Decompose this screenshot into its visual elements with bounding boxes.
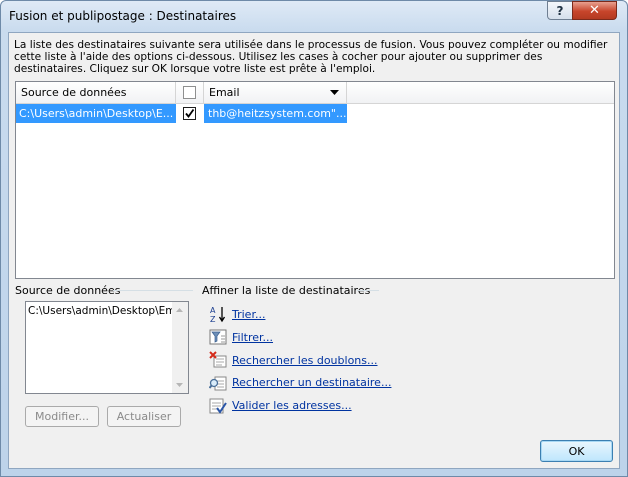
sort-az-icon: A Z [210, 306, 226, 323]
sort-dropdown-icon[interactable] [330, 90, 339, 96]
column-header-email-label: Email [209, 86, 240, 99]
validate-addresses-link[interactable]: Valider les adresses... [232, 399, 352, 412]
row-checkbox[interactable] [183, 107, 196, 120]
validate-addresses-icon [209, 398, 227, 414]
checkmark-icon [185, 108, 195, 118]
datasource-listbox[interactable]: C:\Users\admin\Desktop\Email [25, 301, 189, 394]
row-source-cell: C:\Users\admin\Desktop\E... [19, 107, 174, 120]
row-checkbox-cell [176, 104, 204, 123]
intro-text: La liste des destinataires suivante sera… [14, 39, 608, 75]
select-all-checkbox[interactable] [183, 86, 196, 99]
svg-text:A: A [210, 306, 216, 315]
scroll-up-icon[interactable] [176, 308, 183, 312]
modify-button[interactable]: Modifier... [25, 406, 99, 427]
refresh-button[interactable]: Actualiser [107, 406, 181, 427]
sort-link[interactable]: Trier... [232, 308, 265, 321]
refine-label: Affiner la liste de destinataires [202, 284, 371, 297]
datasource-label: Source de données [15, 284, 121, 297]
column-header-email[interactable]: Email [204, 82, 347, 104]
listbox-scrollbar[interactable] [172, 302, 188, 393]
list-item[interactable]: C:\Users\admin\Desktop\Email [28, 305, 188, 317]
find-recipient-link[interactable]: Rechercher un destinataire... [232, 376, 391, 389]
column-header-source-label: Source de données [21, 86, 127, 99]
column-header-source[interactable]: Source de données [16, 82, 176, 104]
recipients-grid[interactable]: Source de données Email C:\Users\admin\D… [15, 81, 615, 279]
window-title: Fusion et publipostage : Destinataires [9, 9, 237, 23]
row-email-cell: thb@heitzsystem.com"... [208, 107, 347, 120]
close-button[interactable]: ✕ [572, 1, 617, 20]
dialog-window: Fusion et publipostage : Destinataires ?… [0, 0, 628, 477]
column-header-checkbox[interactable] [176, 82, 204, 104]
filter-icon [209, 329, 227, 345]
dialog-client-area: La liste des destinataires suivante sera… [8, 32, 620, 469]
datasource-separator [113, 290, 193, 291]
filter-link[interactable]: Filtrer... [232, 331, 273, 344]
ok-button[interactable]: OK [540, 440, 613, 462]
svg-text:Z: Z [210, 315, 216, 323]
find-duplicates-icon [209, 351, 227, 368]
help-button[interactable]: ? [547, 1, 573, 20]
table-row[interactable]: C:\Users\admin\Desktop\E... thb@heitzsys… [16, 104, 347, 123]
scroll-down-icon[interactable] [176, 383, 183, 387]
column-header-empty [347, 82, 614, 104]
find-duplicates-link[interactable]: Rechercher les doublons... [232, 354, 378, 367]
find-recipient-icon [209, 376, 227, 391]
refine-separator [357, 290, 379, 291]
